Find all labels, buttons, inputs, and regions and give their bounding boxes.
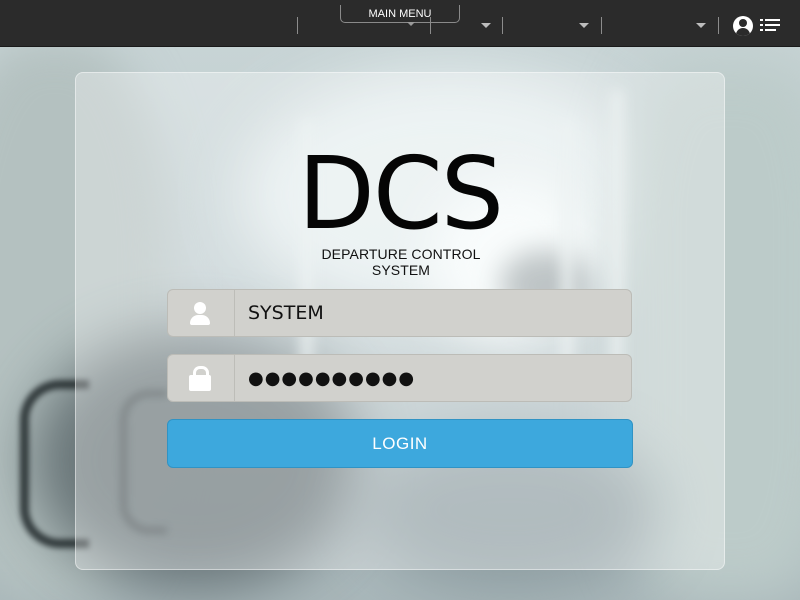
nav-dropdown-2[interactable] — [503, 14, 593, 36]
username-field — [167, 289, 632, 337]
chevron-down-icon — [579, 23, 589, 28]
lock-icon — [168, 355, 235, 401]
login-button-label: LOGIN — [372, 434, 428, 453]
password-input[interactable] — [235, 355, 631, 401]
chevron-down-icon — [696, 23, 706, 28]
system-subtitle: DEPARTURE CONTROL SYSTEM — [321, 246, 481, 278]
main-menu-label: MAIN MENU — [368, 8, 432, 20]
page: MAIN MENU DCS DEPARTURE CONTROL SYSTEM S… — [0, 0, 800, 600]
dcs-logo: DCS — [297, 135, 504, 252]
nav-dropdown-3[interactable] — [602, 14, 712, 36]
nav-dropdown-1[interactable] — [431, 14, 493, 36]
main-menu-caret-icon — [407, 22, 415, 26]
user-circle-icon[interactable] — [733, 16, 753, 36]
login-button[interactable]: LOGIN — [167, 419, 633, 468]
username-input[interactable] — [235, 290, 631, 336]
nav-divider — [718, 17, 719, 34]
top-navbar: MAIN MENU — [0, 0, 800, 47]
list-menu-icon[interactable] — [760, 19, 780, 33]
person-icon — [168, 290, 235, 336]
chevron-down-icon — [481, 23, 491, 28]
password-field — [167, 354, 632, 402]
nav-divider — [297, 17, 298, 34]
nav-divider — [430, 17, 431, 34]
